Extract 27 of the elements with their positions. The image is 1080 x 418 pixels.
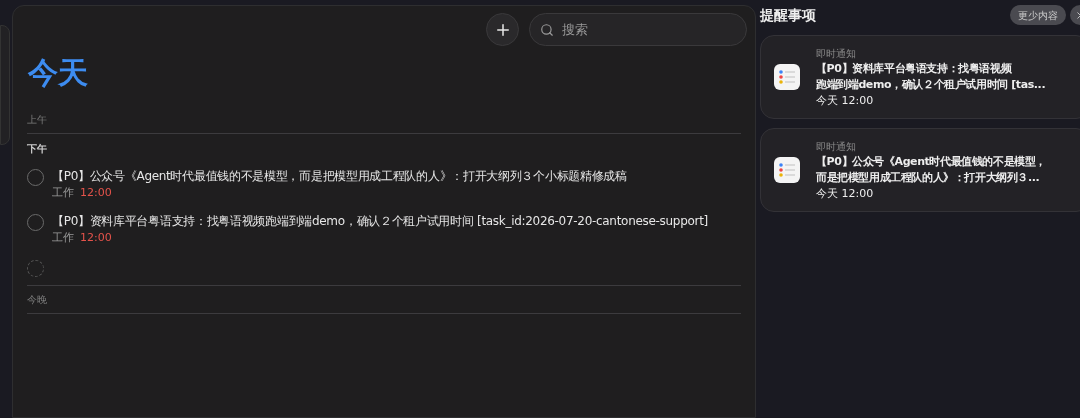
search-field[interactable]: 搜索: [529, 13, 747, 46]
add-button[interactable]: [486, 13, 519, 46]
task-time: 12:00: [80, 185, 112, 201]
task-title: 【P0】资料库平台粤语支持：找粤语视频跑端到端demo，确认２个租户试用时间 [task_id:2026-07-20-cantonese-support]: [52, 213, 708, 230]
task-title: 【P0】公众号《Agent时代最值钱的不是模型，而是把模型用成工程队的人》：打开大纲列３个小标题精修成稿: [52, 168, 627, 185]
task-list-name: 工作: [52, 230, 74, 246]
task-time: 12:00: [80, 230, 112, 246]
notification-card[interactable]: 即时通知 【P0】公众号《Agent时代最值钱的不是模型， 而是把模型用成工程队的人》：打开大纲列３... 今天 12:00: [760, 128, 1080, 212]
notification-category: 即时通知: [816, 139, 857, 154]
reminders-app-icon: [774, 64, 800, 90]
notification-center-title: 提醒事项: [760, 5, 816, 25]
show-less-button[interactable]: 更少内容: [1010, 5, 1066, 25]
notification-text: 而是把模型用成工程队的人》：打开大纲列３...: [816, 169, 1041, 186]
task-list-name: 工作: [52, 185, 74, 201]
section-header: 下午: [27, 142, 47, 156]
notification-time: 今天 12:00: [816, 92, 875, 109]
notification-text: 【P0】资料库平台粤语支持：找粤语视频: [816, 60, 1013, 77]
search-icon: [540, 23, 554, 37]
section-header: 今晚: [27, 293, 47, 307]
notification-category: 即时通知: [816, 46, 857, 61]
notification-text: 【P0】公众号《Agent时代最值钱的不是模型，: [816, 153, 1047, 170]
section-header: 上午: [27, 113, 47, 127]
page-title: 今天: [28, 54, 88, 92]
notification-time: 今天 12:00: [816, 185, 875, 202]
notification-card[interactable]: 即时通知 【P0】资料库平台粤语支持：找粤语视频 跑端到端demo，确认２个租户试用时间 [tas... 今天 12:00: [760, 35, 1080, 119]
reminders-app-icon: [774, 157, 800, 183]
notification-text: 跑端到端demo，确认２个租户试用时间 [tas...: [816, 76, 1046, 93]
